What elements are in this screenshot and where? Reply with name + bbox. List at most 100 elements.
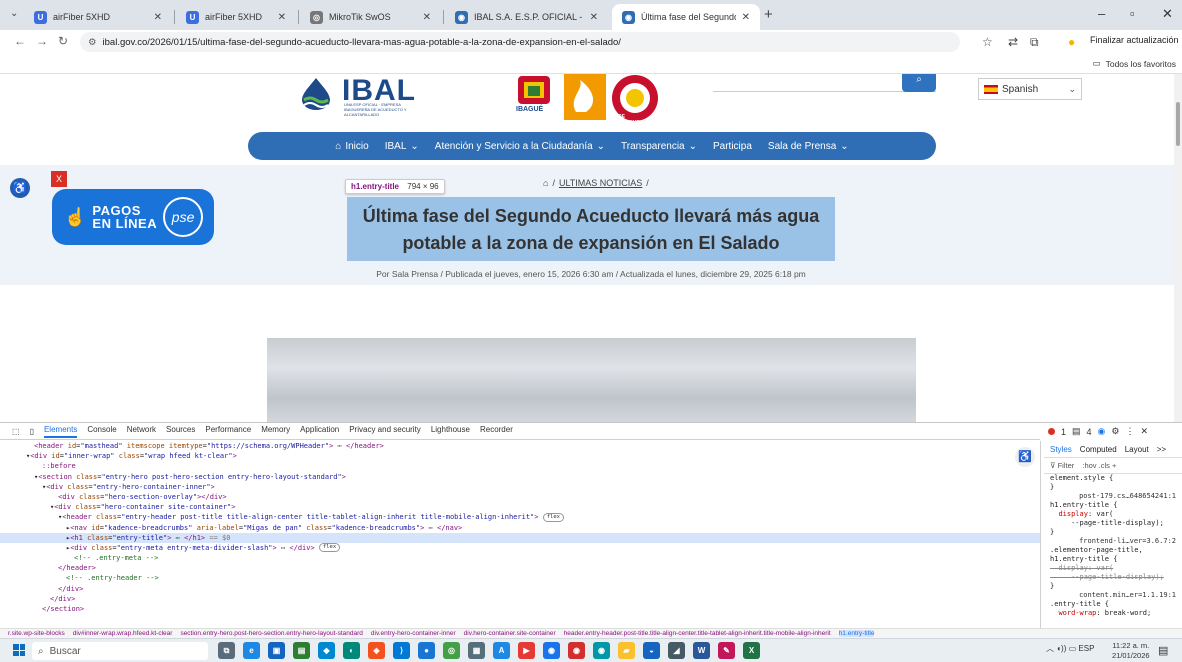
devtools-tab[interactable]: Sources [166,425,195,438]
language-select[interactable]: Spanish ⌄ [978,78,1082,100]
task-view-icon[interactable]: ⧉ [218,642,235,659]
inspect-element-icon[interactable]: ⬚ [12,427,20,436]
app-icon[interactable]: ▣ [268,642,285,659]
clock[interactable]: 11:22 a. m. 21/01/2026 [1112,641,1150,661]
dom-node-selected[interactable]: ▸<h1 class="entry-title"> ⋯ </h1> == $0 [0,532,1040,543]
dom-breadcrumb[interactable]: div.hero-container.site-container [464,630,556,637]
style-decl-overridden[interactable]: display: var( [1044,564,1182,573]
dom-breadcrumb[interactable]: r.site.wp-site-blocks [8,630,65,637]
more-options-icon[interactable]: ⋮ [1125,426,1134,437]
style-source[interactable]: frontend-li…ver=3.6.7:2 [1044,537,1182,546]
tab-search-chevron-icon[interactable]: ⌄ [10,8,18,19]
dom-node[interactable]: ▸<div class="entry-meta entry-meta-divid… [0,543,1040,553]
dom-breadcrumb[interactable]: section.entry-hero.post-hero-section.ent… [180,630,362,637]
settings-gear-icon[interactable]: ⚙ [1111,426,1119,437]
devtools-tab[interactable]: Console [87,425,116,438]
close-ad-button[interactable]: X [51,171,67,187]
close-devtools-icon[interactable]: ✕ [1140,426,1148,437]
app-icon[interactable]: ▰ [618,642,635,659]
dom-breadcrumb[interactable]: div.entry-hero-container-inner [371,630,456,637]
styles-tab[interactable]: Layout [1125,445,1149,454]
app-icon[interactable]: ◉ [593,642,610,659]
style-rule[interactable]: element.style { [1044,474,1182,483]
close-window-icon[interactable]: ✕ [1162,6,1173,22]
word-icon[interactable]: W [693,642,710,659]
browser-tab[interactable]: UairFiber 5XHD ✕ [24,4,172,30]
device-toolbar-icon[interactable]: ▯ [30,427,34,436]
bookmark-star-icon[interactable]: ☆ [982,35,993,49]
excel-icon[interactable]: X [743,642,760,659]
styles-tab[interactable]: Styles [1050,445,1072,454]
devtools-tab[interactable]: Elements [43,425,78,438]
nav-item[interactable]: IBAL ⌄ [385,141,419,152]
dom-node[interactable]: <!-- .entry-header --> [0,573,1040,583]
app-icon[interactable]: ◆ [318,642,335,659]
restore-icon[interactable]: ▫ [1130,6,1135,21]
ibal-logo[interactable]: IBAL UNA ESP OFICIAL · EMPRESA IBAGUEREÑ… [298,74,422,117]
new-tab-plus-icon[interactable]: + [764,6,773,23]
all-bookmarks-button[interactable]: ▭ Todos los favoritos [1093,58,1176,69]
vscode-icon[interactable]: ⟩ [393,642,410,659]
devtools-tab[interactable]: Privacy and security [349,425,421,438]
style-source[interactable]: content.min…er=1.1.19:1 [1044,591,1182,600]
dom-node[interactable]: ▾<div class="hero-container site-contain… [0,502,1040,512]
breadcrumb-link[interactable]: ULTIMAS NOTICIAS [559,178,642,188]
address-bar[interactable]: ⚙ ibal.gov.co/2026/01/15/ultima-fase-del… [80,32,960,52]
dom-node[interactable]: ::before [0,461,1040,471]
app-icon[interactable]: ▦ [468,642,485,659]
app-icon[interactable]: ✎ [718,642,735,659]
profile-icon[interactable]: ● [1068,35,1075,49]
dom-node[interactable]: ▾<div id="inner-wrap" class="wrap hfeed … [0,451,1040,461]
style-rule[interactable]: } [1044,582,1182,591]
app-icon[interactable]: ◉ [543,642,560,659]
dom-node[interactable]: ▾<header class="entry-header post-title … [0,512,1040,522]
close-tab-icon[interactable]: ✕ [590,12,598,23]
dom-node[interactable]: <!-- .entry-meta --> [0,553,1040,563]
devtools-tab[interactable]: Memory [261,425,290,438]
app-icon[interactable]: ◢ [668,642,685,659]
page-scrollbar[interactable] [1174,74,1182,422]
dom-node[interactable]: </div> [0,594,1040,604]
windows-start-icon[interactable] [13,644,25,656]
nav-item[interactable]: Transparencia ⌄ [621,141,697,152]
style-decl[interactable]: display: var( [1044,510,1182,519]
home-icon[interactable]: ⌂ [543,178,548,188]
dom-breadcrumb[interactable]: div#inner-wrap.wrap.hfeed.kt-clear [73,630,173,637]
app-icon[interactable]: ▤ [293,642,310,659]
dom-node[interactable]: </header> [0,563,1040,573]
app-icon[interactable]: ● [418,642,435,659]
accessibility-icon[interactable]: ♿ [10,178,30,198]
pse-payment-banner[interactable]: ☝ PAGOS EN LÍNEA pse [52,189,214,245]
app-icon[interactable]: ◐ [343,642,360,659]
taskbar-search[interactable]: ⌕ Buscar [32,642,208,660]
translate-icon[interactable]: ⇄ [1008,35,1018,49]
nav-item[interactable]: Participa [713,141,752,152]
notifications-icon[interactable]: ▤ [1158,644,1168,657]
app-icon[interactable]: ◒ [643,642,660,659]
app-icon[interactable]: ◈ [368,642,385,659]
dom-node[interactable]: ▾<section class="entry-hero post-hero-se… [0,472,1040,482]
ai-assistant-icon[interactable]: ◉ [1098,426,1106,437]
accessibility-tree-icon[interactable]: ♿ [1015,447,1035,467]
app-icon[interactable]: ◉ [568,642,585,659]
style-selector[interactable]: h1.entry-title { [1044,555,1182,564]
style-decl[interactable]: --page-title-display); [1044,519,1182,528]
dom-breadcrumb[interactable]: h1.entry-title [838,630,875,637]
system-tray[interactable]: ︿ ◖)) ▭ ESP [1046,643,1094,654]
styles-filter[interactable]: ⊽ Filter :hov .cls + [1044,458,1182,474]
styles-tab[interactable]: >> [1157,445,1166,454]
style-decl[interactable]: word-wrap: break-word; [1044,609,1182,618]
error-count[interactable]: 1 [1061,427,1066,437]
dom-node[interactable]: </div> [0,584,1040,594]
site-info-icon[interactable]: ⚙ [88,37,97,48]
dom-node[interactable]: <header id="masthead" itemscope itemtype… [0,441,1040,451]
devtools-tab[interactable]: Performance [205,425,251,438]
style-decl-overridden[interactable]: --page-title-display); [1044,573,1182,582]
devtools-divider[interactable] [1040,441,1041,629]
minimize-icon[interactable]: – [1098,6,1105,21]
reload-icon[interactable]: ↻ [58,34,68,48]
close-tab-icon[interactable]: ✕ [423,12,431,23]
nav-item[interactable]: Atención y Servicio a la Ciudadanía ⌄ [435,141,605,152]
update-button[interactable]: Finalizar actualización ⋮ [1090,35,1182,46]
scrollbar-thumb[interactable] [1176,102,1180,146]
